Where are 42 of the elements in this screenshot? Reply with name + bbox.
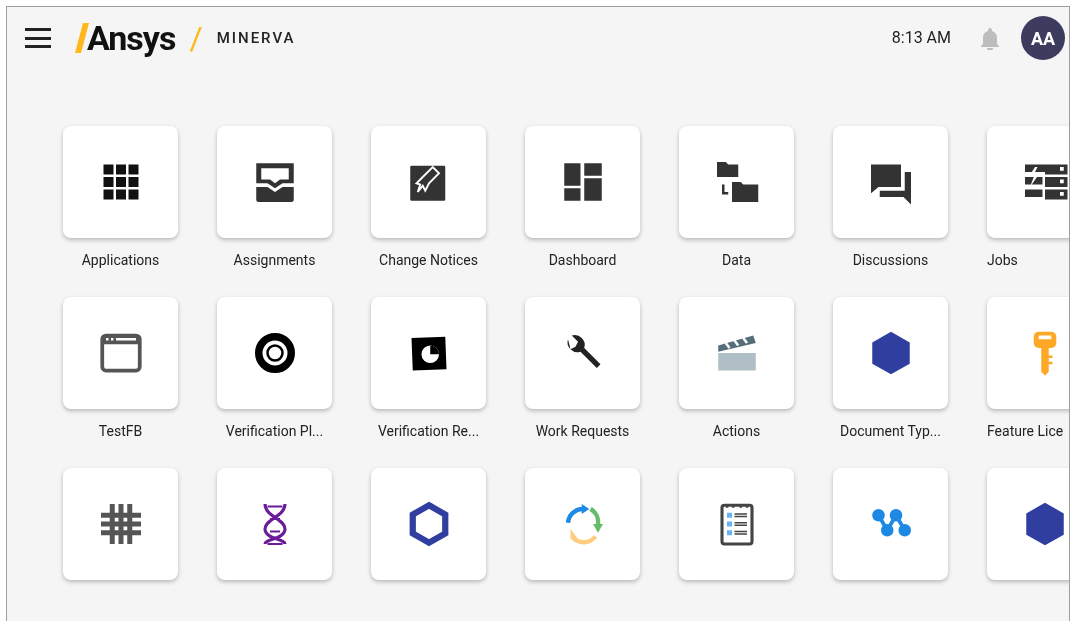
app-tile[interactable] (525, 297, 640, 409)
app-tile[interactable] (63, 297, 178, 409)
app-tile[interactable] (679, 126, 794, 238)
tile-label: Document Typ... (840, 422, 941, 441)
tile-label: Applications (81, 251, 160, 270)
user-avatar[interactable]: AA (1021, 16, 1065, 60)
app-tile[interactable] (217, 297, 332, 409)
product-name: MINERVA (216, 27, 296, 49)
tile-label: Verification Re... (377, 422, 480, 441)
app-tile[interactable] (63, 468, 178, 580)
app-tile[interactable] (525, 126, 640, 238)
tile-label: Work Requests (535, 422, 630, 441)
tile-label: TestFB (98, 422, 143, 441)
tile-label: Assignments (233, 251, 316, 270)
app-tile[interactable] (217, 468, 332, 580)
menu-icon[interactable] (25, 28, 51, 48)
tile-label: Discussions (852, 251, 929, 270)
logo-slash-icon (75, 23, 89, 53)
app-tile[interactable] (371, 297, 486, 409)
app-tile[interactable] (217, 126, 332, 238)
app-tile[interactable] (987, 297, 1069, 409)
tile-label: Verification Pl... (225, 422, 324, 441)
app-tile[interactable] (833, 468, 948, 580)
tile-label: Actions (712, 422, 761, 441)
tile-label: Jobs (987, 251, 1018, 270)
app-tile[interactable] (371, 126, 486, 238)
app-tile[interactable] (371, 468, 486, 580)
tile-label: Change Notices (379, 251, 478, 270)
ansys-logo: Ansys (87, 21, 176, 55)
clock-time: 8:13 AM (891, 27, 951, 49)
tile-label: Dashboard (548, 251, 617, 270)
app-tile[interactable] (833, 126, 948, 238)
app-tile[interactable] (987, 468, 1069, 580)
tile-label: Data (722, 251, 751, 270)
logo-separator: / (189, 22, 203, 54)
tile-label: Feature Lice (987, 422, 1064, 441)
app-tile[interactable] (679, 297, 794, 409)
app-tile[interactable] (679, 468, 794, 580)
app-tile[interactable] (525, 468, 640, 580)
app-tile[interactable] (63, 126, 178, 238)
app-tile[interactable] (987, 126, 1069, 238)
app-tile[interactable] (833, 297, 948, 409)
